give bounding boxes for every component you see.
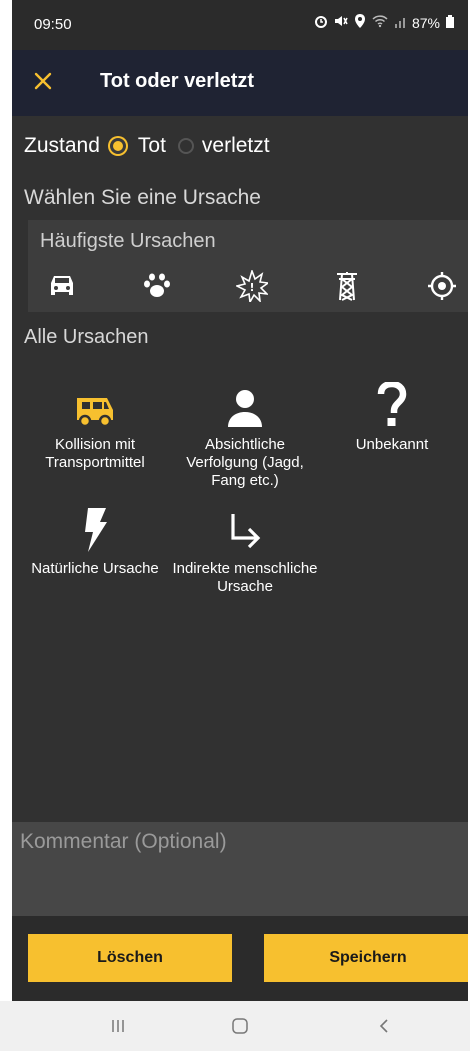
radio-tot[interactable] [109, 138, 126, 154]
action-bar: Löschen Speichern [12, 916, 468, 1001]
comment-placeholder: Kommentar (Optional) [20, 830, 227, 853]
svg-text:!: ! [249, 281, 254, 294]
cause-prompt: Wählen Sie eine Ursache [24, 186, 261, 209]
location-icon [354, 14, 366, 31]
turn-right-arrow-icon [231, 514, 261, 549]
recent-apps-icon[interactable] [106, 1015, 130, 1037]
zustand-row: Zustand Tot verletzt [24, 134, 270, 158]
frequent-causes-title: Häufigste Ursachen [40, 230, 216, 252]
cause-indirect-human-label: Indirekte menschliche Ursache [172, 560, 318, 595]
comment-field[interactable]: Kommentar (Optional) [12, 822, 468, 916]
radio-verletzt-label[interactable]: verletzt [202, 134, 270, 158]
person-icon [228, 390, 262, 427]
cause-collision-label: Kollision mit Transportmittel [45, 436, 145, 471]
system-nav-bar [0, 1001, 470, 1051]
status-icons: 87% [314, 14, 454, 31]
car-icon[interactable] [42, 268, 82, 304]
app-header: Tot oder verletzt [12, 50, 468, 116]
cause-indirect-human[interactable]: Indirekte menschliche Ursache [170, 500, 320, 596]
radio-verletzt[interactable] [177, 138, 194, 154]
paw-icon[interactable] [137, 268, 177, 304]
page-title: Tot oder verletzt [100, 70, 255, 92]
mute-icon [334, 14, 348, 31]
battery-icon [446, 14, 454, 31]
save-button[interactable]: Speichern [264, 934, 468, 982]
target-icon[interactable] [422, 268, 462, 304]
cause-unknown-label: Unbekannt [355, 436, 429, 453]
status-bar: 09:50 87% [12, 0, 468, 50]
zustand-label: Zustand [24, 134, 100, 157]
close-icon [34, 72, 52, 90]
signal-icon [394, 15, 406, 31]
cause-unknown[interactable]: Unbekannt [317, 376, 467, 454]
radio-tot-label[interactable]: Tot [138, 134, 166, 158]
app-screen: 09:50 87% Tot oder verletzt Zustand Tot … [12, 0, 468, 1051]
power-pylon-icon[interactable] [327, 268, 367, 304]
form-content: Zustand Tot verletzt Wählen Sie eine Urs… [12, 116, 468, 822]
battery-level: 87% [411, 14, 440, 31]
all-causes-title: Alle Ursachen [24, 326, 149, 348]
lightning-icon [85, 508, 107, 552]
status-time: 09:50 [34, 16, 72, 33]
frequent-causes-panel: Häufigste Ursachen ! [28, 220, 468, 312]
frequent-causes-icons: ! [42, 268, 462, 304]
home-icon[interactable] [228, 1015, 252, 1037]
cause-intentional-label: Absichtliche Verfolgung (Jagd, Fang etc.… [186, 436, 304, 489]
cause-intentional[interactable]: Absichtliche Verfolgung (Jagd, Fang etc.… [170, 376, 320, 490]
alarm-icon [314, 14, 328, 31]
wifi-icon [372, 14, 388, 31]
back-icon[interactable] [372, 1015, 396, 1037]
question-mark-icon [377, 382, 407, 426]
close-button[interactable] [28, 66, 58, 96]
cause-collision[interactable]: Kollision mit Transportmittel [20, 376, 170, 472]
explosion-icon[interactable]: ! [232, 268, 272, 304]
cause-natural-label: Natürliche Ursache [31, 560, 159, 577]
delete-button[interactable]: Löschen [28, 934, 232, 982]
cause-natural[interactable]: Natürliche Ursache [20, 500, 170, 578]
van-icon [77, 398, 113, 428]
